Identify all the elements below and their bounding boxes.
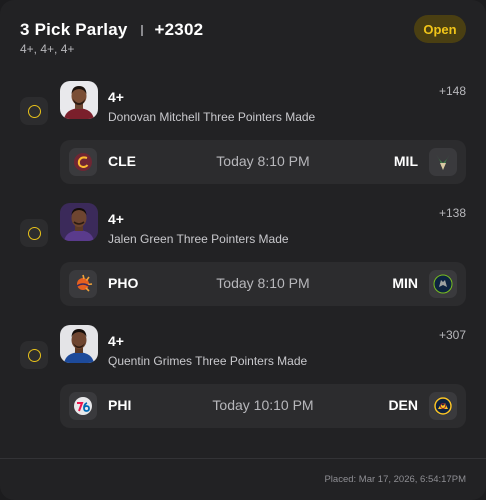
leg-radio[interactable] [20,219,48,247]
title-separator [140,25,143,37]
leg-odds: +307 [438,328,466,342]
leg-radio[interactable] [20,97,48,125]
parlay-header: 3 Pick Parlay +2302 4+, 4+, 4+ Open [20,15,466,60]
footer-divider [0,458,486,459]
timberwolves-logo-icon [429,270,457,298]
away-team: MIL [393,153,418,169]
placed-timestamp: Placed: Mar 17, 2026, 6:54:17PM [324,474,466,485]
away-team: DEN [388,397,418,413]
parlay-card[interactable]: 3 Pick Parlay +2302 4+, 4+, 4+ Open 4+ Do… [0,0,486,500]
parlay-subtitle: 4+, 4+, 4+ [20,42,75,56]
leg-line: 4+ [108,211,124,227]
status-badge: Open [414,15,466,43]
parlay-title-row: 3 Pick Parlay +2302 [20,20,203,40]
leg-odds: +138 [438,206,466,220]
radio-circle-icon [27,226,41,240]
leg-line: 4+ [108,333,124,349]
leg-item[interactable]: 4+ Jalen Green Three Pointers Made +138 … [0,203,486,339]
nuggets-logo-icon [429,392,457,420]
leg-player: Quentin Grimes Three Pointers Made [108,354,308,368]
matchup-row[interactable]: PHI Today 10:10 PM DEN [60,384,466,428]
player-avatar [60,203,98,241]
leg-item[interactable]: 4+ Quentin Grimes Three Pointers Made +3… [0,325,486,461]
player-avatar [60,81,98,119]
away-team: MIN [392,275,418,291]
leg-radio[interactable] [20,341,48,369]
radio-circle-icon [27,348,41,362]
leg-player: Donovan Mitchell Three Pointers Made [108,110,316,124]
matchup-row[interactable]: CLE Today 8:10 PM MIL [60,140,466,184]
leg-player: Jalen Green Three Pointers Made [108,232,289,246]
bucks-logo-icon [429,148,457,176]
parlay-title: 3 Pick Parlay [20,20,128,39]
leg-line: 4+ [108,89,124,105]
leg-item[interactable]: 4+ Donovan Mitchell Three Pointers Made … [0,81,486,217]
radio-circle-icon [27,104,41,118]
matchup-row[interactable]: PHO Today 8:10 PM MIN [60,262,466,306]
parlay-odds: +2302 [154,20,204,39]
leg-odds: +148 [438,84,466,98]
player-avatar [60,325,98,363]
